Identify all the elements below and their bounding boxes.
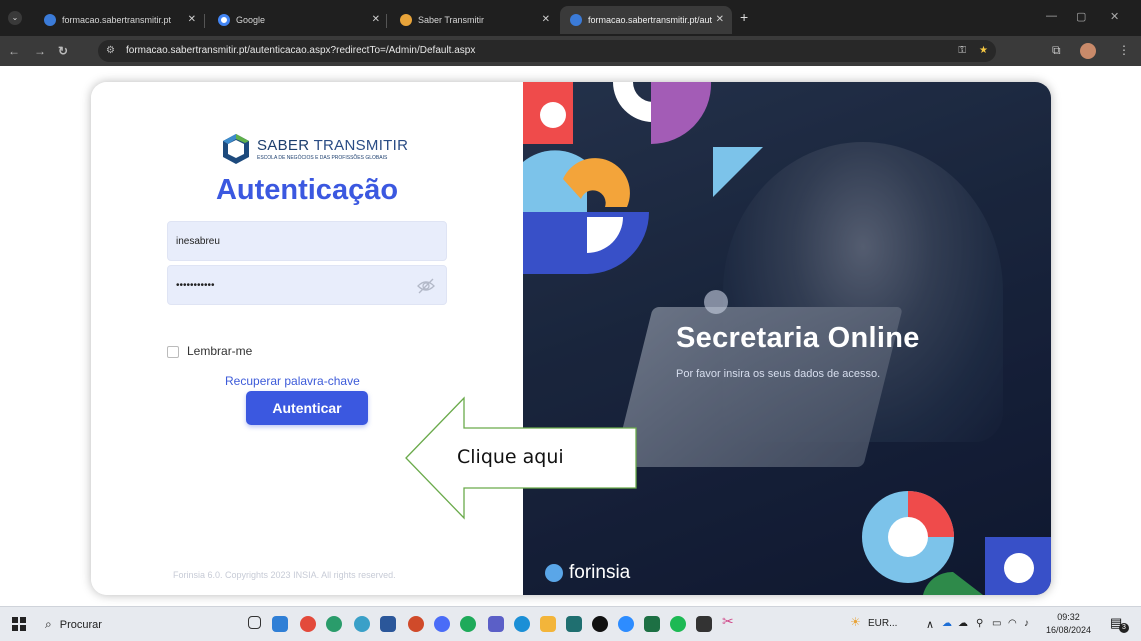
forinsia-mark-icon bbox=[545, 564, 563, 582]
onedrive-icon[interactable]: ☁ bbox=[942, 618, 952, 629]
address-bar[interactable]: ⚙ formacao.sabertransmitir.pt/autenticac… bbox=[98, 40, 996, 62]
recover-password-link[interactable]: Recuperar palavra-chave bbox=[91, 374, 523, 388]
task-view-icon[interactable] bbox=[248, 616, 261, 629]
hero-subtitle: Por favor insira os seus dados de acesso… bbox=[676, 368, 881, 380]
spotify-app-icon[interactable] bbox=[670, 616, 686, 632]
back-icon[interactable]: ← bbox=[8, 44, 20, 58]
forinsia-logo: forinsia bbox=[545, 562, 630, 584]
page-content: SABER TRANSMITIR ESCOLA DE NEGÓCIOS E DA… bbox=[0, 66, 1141, 606]
tab-divider bbox=[386, 14, 387, 28]
site-favicon-icon bbox=[570, 14, 582, 26]
saber-favicon-icon bbox=[400, 14, 412, 26]
tray-app-icon[interactable]: ☁ bbox=[958, 618, 968, 629]
new-tab-button[interactable]: + bbox=[740, 9, 748, 25]
password-field[interactable]: ••••••••••• bbox=[167, 265, 447, 305]
snipping-tool-icon[interactable]: ✂ bbox=[722, 613, 738, 629]
saber-transmitir-logo: SABER TRANSMITIR ESCOLA DE NEGÓCIOS E DA… bbox=[221, 132, 408, 166]
taskbar-app-icon[interactable] bbox=[696, 616, 712, 632]
word-app-icon[interactable] bbox=[380, 616, 396, 632]
extensions-icon[interactable]: ⧉ bbox=[1052, 43, 1061, 58]
taskbar-app-icon[interactable] bbox=[272, 616, 288, 632]
profile-avatar[interactable] bbox=[1080, 43, 1096, 59]
zoom-app-icon[interactable] bbox=[618, 616, 634, 632]
site-favicon-icon bbox=[44, 14, 56, 26]
copyright-text: Forinsia 6.0. Copyrights 2023 INSIA. All… bbox=[173, 570, 396, 580]
taskbar-search[interactable]: ⌕ Procurar bbox=[45, 613, 235, 636]
tab-2[interactable]: Google ✕ bbox=[208, 6, 388, 34]
address-bar-row: ← → ↻ ⚙ formacao.sabertransmitir.pt/aute… bbox=[0, 36, 1141, 66]
username-field[interactable]: inesabreu bbox=[167, 221, 447, 261]
close-tab-icon[interactable]: ✕ bbox=[372, 14, 380, 25]
close-window-button[interactable]: ✕ bbox=[1110, 10, 1119, 23]
tab-title: Saber Transmitir bbox=[418, 15, 485, 25]
tab-search-button[interactable]: ⌄ bbox=[8, 11, 22, 25]
excel-app-icon[interactable] bbox=[644, 616, 660, 632]
remember-checkbox[interactable] bbox=[167, 346, 179, 358]
notifications-button[interactable]: ▤ 3 bbox=[1110, 615, 1129, 633]
forward-icon[interactable]: → bbox=[34, 44, 46, 58]
page-title: Autenticação bbox=[215, 174, 399, 206]
weather-icon: ☀ bbox=[850, 615, 861, 629]
tiktok-app-icon[interactable] bbox=[592, 616, 608, 632]
reload-icon[interactable]: ↻ bbox=[58, 44, 68, 58]
tab-title: Google bbox=[236, 15, 266, 25]
login-button[interactable]: Autenticar bbox=[246, 391, 368, 425]
microphone-icon[interactable]: ⚲ bbox=[976, 618, 983, 629]
tab-3[interactable]: Saber Transmitir ✕ bbox=[390, 6, 558, 34]
close-tab-icon[interactable]: ✕ bbox=[542, 14, 550, 25]
taskbar-app-icon[interactable] bbox=[354, 616, 370, 632]
maximize-button[interactable]: ▢ bbox=[1076, 10, 1086, 23]
tab-strip: ⌄ formacao.sabertransmitir.pt ✕ Google ✕… bbox=[0, 0, 1141, 36]
tab-title: formacao.sabertransmitir.pt bbox=[62, 15, 172, 25]
logo-mark-icon bbox=[223, 134, 249, 164]
bookmark-star-icon[interactable]: ★ bbox=[979, 40, 988, 62]
logo-word-2: TRANSMITIR bbox=[313, 137, 409, 154]
remember-label: Lembrar-me bbox=[187, 344, 253, 358]
url-text: formacao.sabertransmitir.pt/autenticacao… bbox=[126, 45, 476, 56]
menu-icon[interactable]: ⋮ bbox=[1118, 43, 1130, 57]
clock-time: 09:32 bbox=[1057, 612, 1080, 622]
whatsapp-app-icon[interactable] bbox=[460, 616, 476, 632]
brand-name: forinsia bbox=[569, 562, 631, 583]
system-clock[interactable]: 09:32 16/08/2024 bbox=[1046, 611, 1091, 637]
tab-divider bbox=[204, 14, 205, 28]
hero-headline: Secretaria Online bbox=[676, 322, 920, 354]
wifi-icon[interactable]: ◠ bbox=[1008, 618, 1017, 629]
browser-window: ⌄ formacao.sabertransmitir.pt ✕ Google ✕… bbox=[0, 0, 1141, 66]
close-tab-icon[interactable]: ✕ bbox=[716, 14, 724, 25]
tray-currency[interactable]: EUR... bbox=[868, 618, 897, 629]
battery-icon[interactable]: ▭ bbox=[992, 618, 1001, 629]
tab-title: formacao.sabertransmitir.pt/aut bbox=[588, 15, 713, 25]
search-icon: ⌕ bbox=[45, 617, 52, 631]
windows-start-icon[interactable] bbox=[12, 617, 26, 631]
eye-slash-icon[interactable] bbox=[416, 277, 436, 295]
clock-date: 16/08/2024 bbox=[1046, 625, 1092, 635]
google-favicon-icon bbox=[218, 14, 230, 26]
powerpoint-app-icon[interactable] bbox=[408, 616, 424, 632]
edge-app-icon[interactable] bbox=[326, 616, 342, 632]
tab-1[interactable]: formacao.sabertransmitir.pt ✕ bbox=[34, 6, 204, 34]
windows-taskbar: ⌕ Procurar ✂ ☀ EUR... ∧ ☁ ☁ ⚲ ▭ ◠ ♪ 09:3… bbox=[0, 606, 1141, 641]
volume-icon[interactable]: ♪ bbox=[1024, 618, 1029, 629]
notification-count-badge: 3 bbox=[1119, 623, 1129, 633]
logo-tagline: ESCOLA DE NEGÓCIOS E DAS PROFISSÕES GLOB… bbox=[257, 155, 388, 161]
password-key-icon[interactable]: ⚿ bbox=[958, 40, 966, 62]
logo-word-1: SABER bbox=[257, 137, 310, 154]
minimize-button[interactable]: — bbox=[1046, 10, 1057, 22]
taskbar-app-icon[interactable] bbox=[434, 616, 450, 632]
site-info-icon[interactable]: ⚙ bbox=[106, 40, 115, 62]
tray-chevron-icon[interactable]: ∧ bbox=[926, 618, 934, 631]
tab-4-active[interactable]: formacao.sabertransmitir.pt/aut ✕ bbox=[560, 6, 732, 34]
search-placeholder: Procurar bbox=[59, 618, 102, 631]
callout-text: Clique aqui bbox=[457, 446, 564, 468]
close-tab-icon[interactable]: ✕ bbox=[188, 14, 196, 25]
chrome-app-icon[interactable] bbox=[300, 616, 316, 632]
taskbar-app-icon[interactable] bbox=[566, 616, 582, 632]
logo-name: SABER TRANSMITIR bbox=[257, 137, 408, 154]
teams-app-icon[interactable] bbox=[488, 616, 504, 632]
file-explorer-icon[interactable] bbox=[540, 616, 556, 632]
taskbar-app-icon[interactable] bbox=[514, 616, 530, 632]
password-value: ••••••••••• bbox=[176, 280, 215, 291]
